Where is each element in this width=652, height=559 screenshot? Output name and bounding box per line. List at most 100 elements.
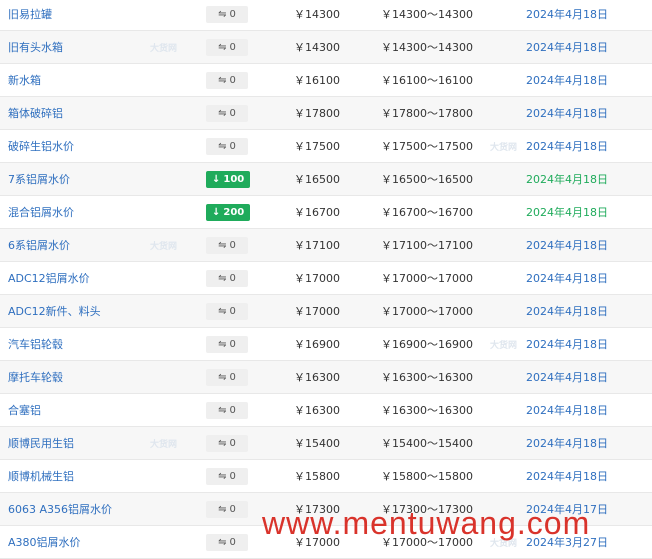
table-row: 旧有头水箱 ⇋ 0 ￥14300 ￥14300～14300 2024年4月18日 大货网 xyxy=(0,31,652,64)
site-watermark: 大货网 xyxy=(150,440,178,450)
price-value: ￥15800 xyxy=(294,470,340,483)
change-badge: ⇋ 0 xyxy=(206,72,248,89)
update-date: 2024年4月18日 xyxy=(526,140,608,153)
product-name-link[interactable]: 破碎生铝水价 xyxy=(8,130,74,163)
flat-arrow-icon: ⇋ xyxy=(218,438,227,449)
price-value: ￥17000 xyxy=(294,272,340,285)
flat-arrow-icon: ⇋ xyxy=(218,537,227,548)
watermark-url: www.mentuwang.com xyxy=(262,505,591,541)
price-range: ￥16100～16100 xyxy=(381,74,473,87)
change-value: 0 xyxy=(229,42,236,53)
update-date: 2024年4月18日 xyxy=(526,305,608,318)
table-row: 7系铝屑水价 ↓ 100 ￥16500 ￥16500～16500 2024年4月18日 xyxy=(0,163,652,196)
price-value: ￥17000 xyxy=(294,305,340,318)
change-value: 0 xyxy=(229,537,236,548)
price-value: ￥16700 xyxy=(294,206,340,219)
change-value: 0 xyxy=(229,504,236,515)
site-watermark: 大货网 xyxy=(150,242,178,252)
site-watermark: 大货网 xyxy=(150,44,178,54)
change-value: 0 xyxy=(229,471,236,482)
price-range: ￥15800～15800 xyxy=(381,470,473,483)
flat-arrow-icon: ⇋ xyxy=(218,75,227,86)
price-value: ￥16900 xyxy=(294,338,340,351)
flat-arrow-icon: ⇋ xyxy=(218,273,227,284)
price-range: ￥16500～16500 xyxy=(381,173,473,186)
change-badge: ⇋ 0 xyxy=(206,105,248,122)
change-badge: ⇋ 0 xyxy=(206,435,248,452)
price-value: ￥16100 xyxy=(294,74,340,87)
update-date: 2024年4月18日 xyxy=(526,371,608,384)
table-row: 顺博民用生铝 ⇋ 0 ￥15400 ￥15400～15400 2024年4月18日 大货网 xyxy=(0,427,652,460)
down-arrow-icon: ↓ xyxy=(212,174,221,185)
table-row: 汽车铝轮毂 ⇋ 0 ￥16900 ￥16900～16900 2024年4月18日 大货网 xyxy=(0,328,652,361)
change-value: 0 xyxy=(229,306,236,317)
price-range: ￥14300～14300 xyxy=(381,41,473,54)
site-watermark: 大货网 xyxy=(490,143,518,153)
change-value: 0 xyxy=(229,75,236,86)
product-name-link[interactable]: 摩托车轮毂 xyxy=(8,361,63,394)
update-date: 2024年4月18日 xyxy=(526,239,608,252)
price-value: ￥17500 xyxy=(294,140,340,153)
price-range: ￥16700～16700 xyxy=(381,206,473,219)
product-name-link[interactable]: 混合铝屑水价 xyxy=(8,196,74,229)
update-date: 2024年4月18日 xyxy=(526,206,608,219)
price-range: ￥16300～16300 xyxy=(381,404,473,417)
product-name-link[interactable]: 6系铝屑水价 xyxy=(8,229,70,262)
product-name-link[interactable]: ADC12新件、料头 xyxy=(8,295,101,328)
update-date: 2024年4月18日 xyxy=(526,74,608,87)
table-row: 顺博机械生铝 ⇋ 0 ￥15800 ￥15800～15800 2024年4月18日 xyxy=(0,460,652,493)
change-badge: ↓ 200 xyxy=(206,204,251,221)
change-value: 200 xyxy=(223,207,245,218)
product-name-link[interactable]: 旧有头水箱 xyxy=(8,31,63,64)
flat-arrow-icon: ⇋ xyxy=(218,471,227,482)
price-table: 旧易拉罐 ⇋ 0 ￥14300 ￥14300～14300 2024年4月18日 旧有头水箱 ⇋… xyxy=(0,0,652,559)
change-badge: ⇋ 0 xyxy=(206,39,248,56)
change-value: 0 xyxy=(229,108,236,119)
price-value: ￥16300 xyxy=(294,371,340,384)
change-value: 0 xyxy=(229,438,236,449)
table-row: 6系铝屑水价 ⇋ 0 ￥17100 ￥17100～17100 2024年4月18日 大货网 xyxy=(0,229,652,262)
price-value: ￥15400 xyxy=(294,437,340,450)
price-value: ￥16300 xyxy=(294,404,340,417)
price-range: ￥17100～17100 xyxy=(381,239,473,252)
price-range: ￥17000～17000 xyxy=(381,272,473,285)
product-name-link[interactable]: 箱体破碎铝 xyxy=(8,97,63,130)
table-row: ADC12新件、料头 ⇋ 0 ￥17000 ￥17000～17000 2024年4月18日 xyxy=(0,295,652,328)
change-badge: ↓ 100 xyxy=(206,171,251,188)
product-name-link[interactable]: 汽车铝轮毂 xyxy=(8,328,63,361)
price-range: ￥17500～17500 xyxy=(381,140,473,153)
table-row: ADC12铝屑水价 ⇋ 0 ￥17000 ￥17000～17000 2024年4月18日 xyxy=(0,262,652,295)
update-date: 2024年4月18日 xyxy=(526,404,608,417)
product-name-link[interactable]: ADC12铝屑水价 xyxy=(8,262,90,295)
product-name-link[interactable]: 新水箱 xyxy=(8,64,41,97)
price-value: ￥14300 xyxy=(294,41,340,54)
change-value: 0 xyxy=(229,141,236,152)
change-badge: ⇋ 0 xyxy=(206,303,248,320)
table-row: 摩托车轮毂 ⇋ 0 ￥16300 ￥16300～16300 2024年4月18日 xyxy=(0,361,652,394)
price-value: ￥17100 xyxy=(294,239,340,252)
change-badge: ⇋ 0 xyxy=(206,336,248,353)
flat-arrow-icon: ⇋ xyxy=(218,9,227,20)
update-date: 2024年4月18日 xyxy=(526,173,608,186)
change-value: 0 xyxy=(229,372,236,383)
flat-arrow-icon: ⇋ xyxy=(218,240,227,251)
product-name-link[interactable]: 旧易拉罐 xyxy=(8,0,52,31)
change-value: 0 xyxy=(229,273,236,284)
table-row: 破碎生铝水价 ⇋ 0 ￥17500 ￥17500～17500 2024年4月18日 大货网 xyxy=(0,130,652,163)
table-row: 混合铝屑水价 ↓ 200 ￥16700 ￥16700～16700 2024年4月18日 xyxy=(0,196,652,229)
product-name-link[interactable]: 6063 A356铝屑水价 xyxy=(8,493,112,526)
flat-arrow-icon: ⇋ xyxy=(218,405,227,416)
flat-arrow-icon: ⇋ xyxy=(218,141,227,152)
change-value: 100 xyxy=(223,174,245,185)
price-range: ￥16300～16300 xyxy=(381,371,473,384)
change-badge: ⇋ 0 xyxy=(206,138,248,155)
product-name-link[interactable]: A380铝屑水价 xyxy=(8,526,81,559)
price-value: ￥17800 xyxy=(294,107,340,120)
update-date: 2024年4月18日 xyxy=(526,338,608,351)
product-name-link[interactable]: 7系铝屑水价 xyxy=(8,163,70,196)
product-name-link[interactable]: 合塞铝 xyxy=(8,394,41,427)
table-row: 旧易拉罐 ⇋ 0 ￥14300 ￥14300～14300 2024年4月18日 xyxy=(0,0,652,31)
product-name-link[interactable]: 顺博机械生铝 xyxy=(8,460,74,493)
product-name-link[interactable]: 顺博民用生铝 xyxy=(8,427,74,460)
down-arrow-icon: ↓ xyxy=(212,207,221,218)
